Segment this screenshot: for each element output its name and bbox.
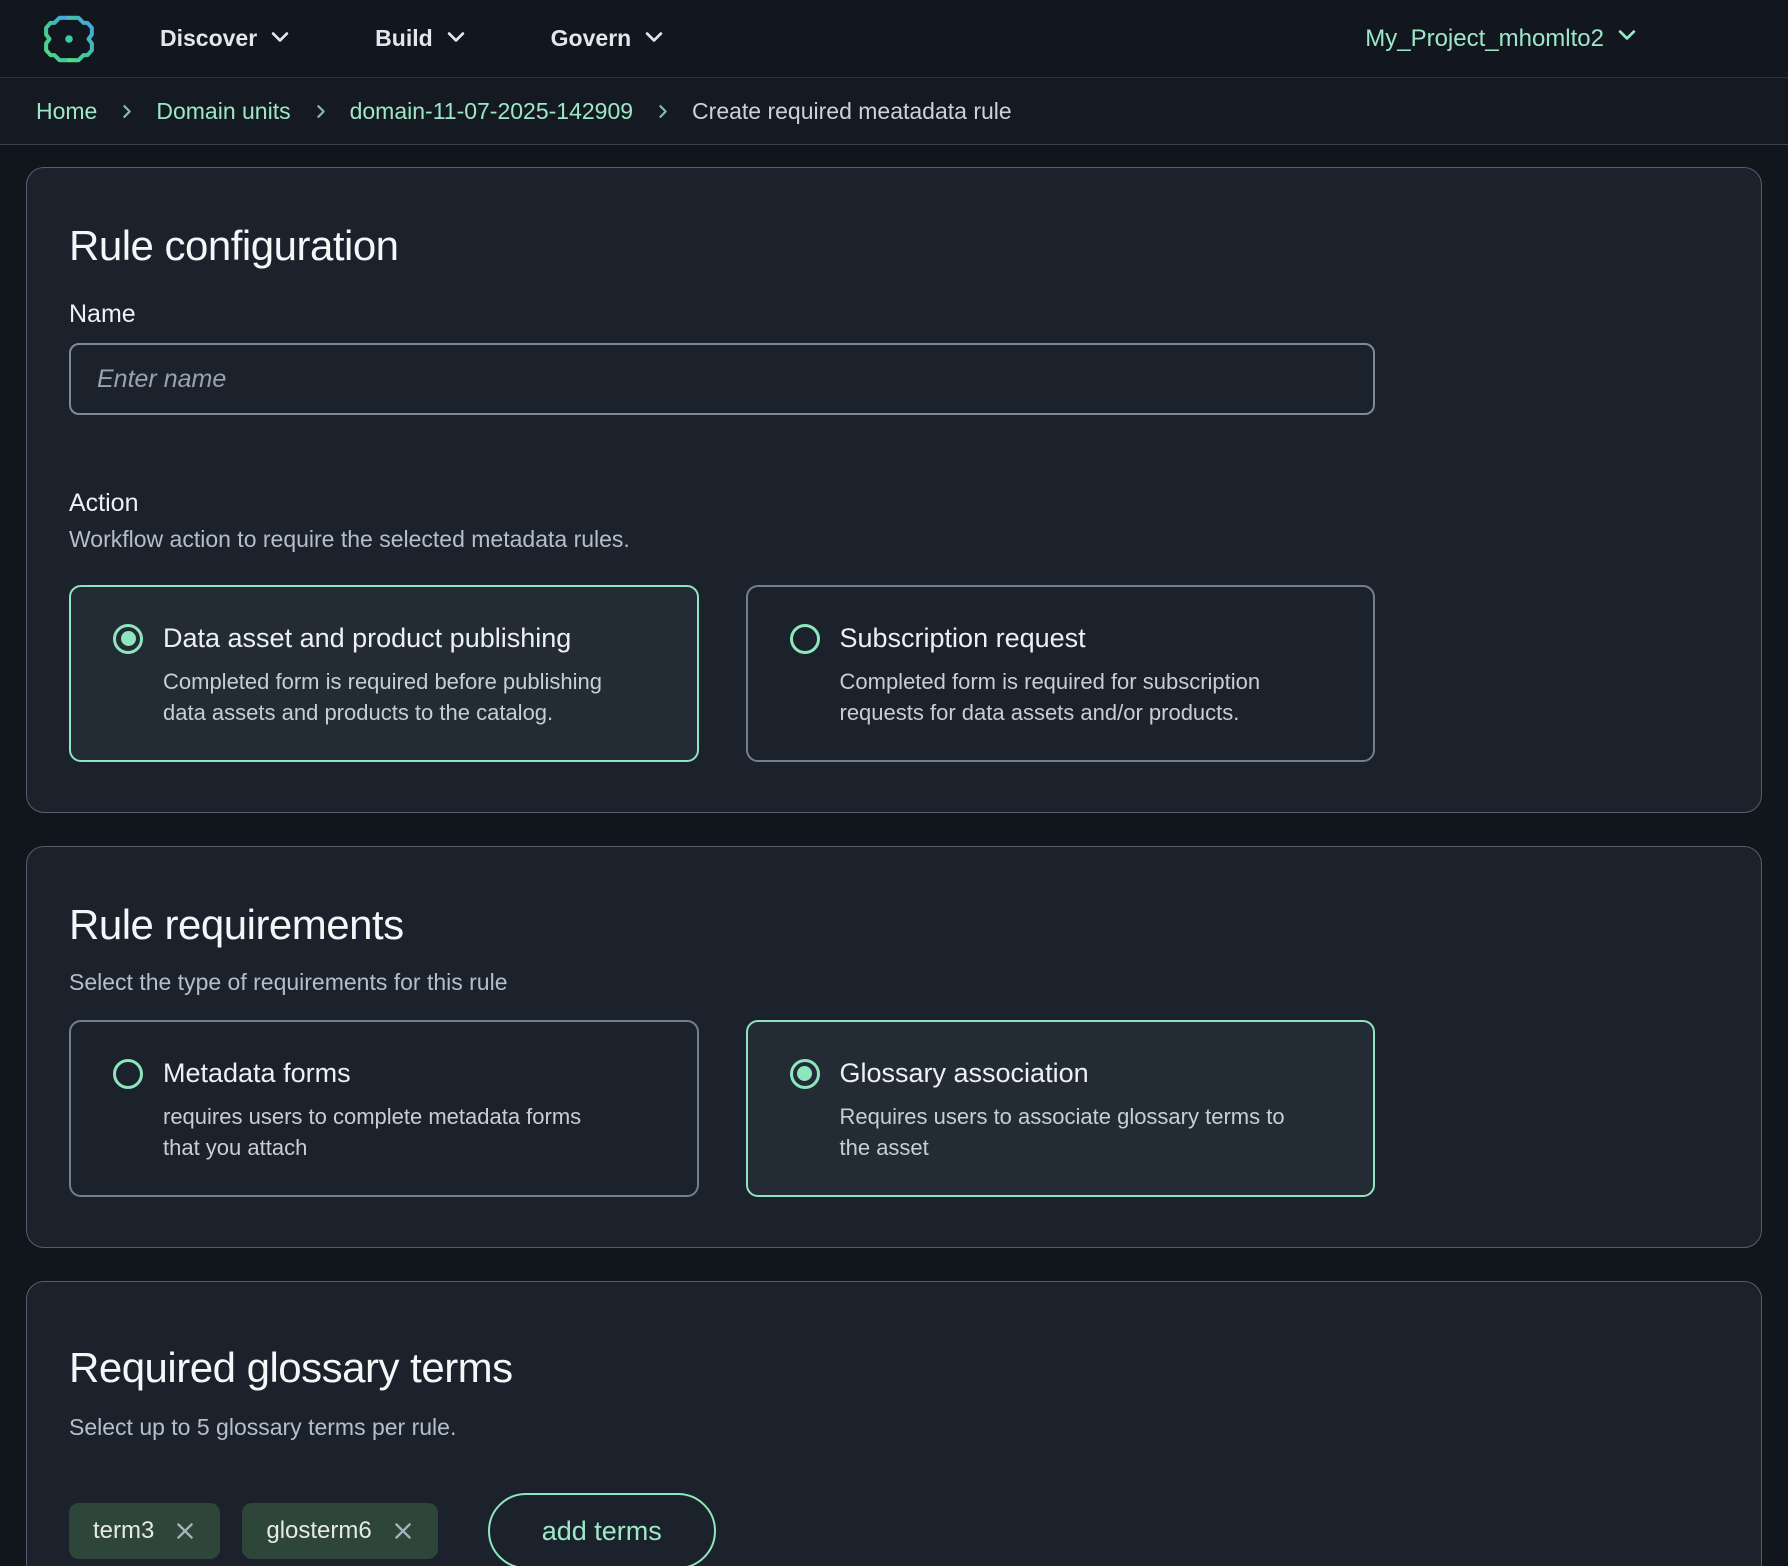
- required-glossary-terms-card: Required glossary terms Select up to 5 g…: [26, 1281, 1762, 1566]
- required-glossary-terms-title: Required glossary terms: [69, 1344, 1719, 1392]
- tile-metadata-forms[interactable]: Metadata forms requires users to complet…: [69, 1020, 699, 1197]
- chevron-down-icon: [1616, 24, 1638, 53]
- page-title: Rule configuration: [69, 222, 1719, 270]
- nav-item-discover-label: Discover: [160, 25, 257, 52]
- breadcrumb-domain-units[interactable]: Domain units: [156, 98, 290, 125]
- rule-requirements-title: Rule requirements: [69, 901, 1719, 949]
- tile-data-asset-publishing[interactable]: Data asset and product publishing Comple…: [69, 585, 699, 762]
- chevron-right-icon: [654, 103, 671, 120]
- tile-glossary-association[interactable]: Glossary association Requires users to a…: [746, 1020, 1376, 1197]
- tile-title: Subscription request: [840, 623, 1086, 654]
- breadcrumb-domain[interactable]: domain-11-07-2025-142909: [350, 98, 633, 125]
- breadcrumb-home[interactable]: Home: [36, 98, 97, 125]
- chevron-down-icon: [445, 26, 467, 54]
- glossary-term-label: glosterm6: [266, 1517, 371, 1545]
- radio-selected-icon[interactable]: [790, 1059, 820, 1089]
- remove-term-icon[interactable]: [392, 1520, 414, 1542]
- tile-head: Glossary association: [790, 1058, 1374, 1089]
- nav-item-govern[interactable]: Govern: [551, 23, 666, 54]
- project-selector[interactable]: My_Project_mhomlto2: [1365, 24, 1638, 53]
- chevron-right-icon: [312, 103, 329, 120]
- radio-unselected-icon[interactable]: [113, 1059, 143, 1089]
- datazone-logo-icon[interactable]: [40, 12, 98, 66]
- chevron-down-icon: [643, 26, 665, 54]
- radio-selected-icon[interactable]: [113, 624, 143, 654]
- radio-unselected-icon[interactable]: [790, 624, 820, 654]
- action-description: Workflow action to require the selected …: [69, 526, 1719, 553]
- breadcrumb: Home Domain units domain-11-07-2025-1429…: [0, 78, 1788, 145]
- tile-head: Metadata forms: [113, 1058, 697, 1089]
- tile-description: Requires users to associate glossary ter…: [840, 1101, 1318, 1163]
- nav-item-govern-label: Govern: [551, 25, 632, 52]
- chevron-down-icon: [269, 26, 291, 54]
- main-content: Rule configuration Name Action Workflow …: [0, 145, 1788, 1566]
- glossary-term-tag: term3: [69, 1503, 220, 1559]
- tile-description: Completed form is required before publis…: [163, 666, 633, 728]
- tile-title: Data asset and product publishing: [163, 623, 571, 654]
- requirement-tiles: Metadata forms requires users to complet…: [69, 1020, 1375, 1197]
- nav-item-build-label: Build: [375, 25, 433, 52]
- rule-configuration-card: Rule configuration Name Action Workflow …: [26, 167, 1762, 813]
- glossary-term-label: term3: [93, 1517, 154, 1545]
- tile-head: Subscription request: [790, 623, 1374, 654]
- tile-title: Glossary association: [840, 1058, 1089, 1089]
- name-label: Name: [69, 300, 1719, 329]
- required-glossary-terms-description: Select up to 5 glossary terms per rule.: [69, 1414, 1719, 1441]
- glossary-term-tag: glosterm6: [242, 1503, 437, 1559]
- nav-item-build[interactable]: Build: [375, 23, 467, 54]
- action-label: Action: [69, 489, 1719, 518]
- rule-requirements-description: Select the type of requirements for this…: [69, 969, 1719, 996]
- rule-requirements-card: Rule requirements Select the type of req…: [26, 846, 1762, 1248]
- tile-description: Completed form is required for subscript…: [840, 666, 1302, 728]
- tile-title: Metadata forms: [163, 1058, 351, 1089]
- tile-head: Data asset and product publishing: [113, 623, 697, 654]
- primary-nav: Discover Build Govern: [160, 23, 665, 54]
- tile-subscription-request[interactable]: Subscription request Completed form is r…: [746, 585, 1376, 762]
- chevron-right-icon: [118, 103, 135, 120]
- add-terms-button[interactable]: add terms: [488, 1493, 716, 1566]
- breadcrumb-current: Create required meatadata rule: [692, 98, 1012, 125]
- project-selector-label: My_Project_mhomlto2: [1365, 25, 1604, 53]
- spacer: [69, 415, 1719, 489]
- name-input[interactable]: [69, 343, 1375, 415]
- remove-term-icon[interactable]: [174, 1520, 196, 1542]
- nav-item-discover[interactable]: Discover: [160, 23, 291, 54]
- top-navigation: Discover Build Govern My_Project_mhomlto…: [0, 0, 1788, 78]
- tile-description: requires users to complete metadata form…: [163, 1101, 608, 1163]
- action-tiles: Data asset and product publishing Comple…: [69, 585, 1375, 762]
- glossary-terms-row: term3 glosterm6 add terms: [69, 1493, 1719, 1566]
